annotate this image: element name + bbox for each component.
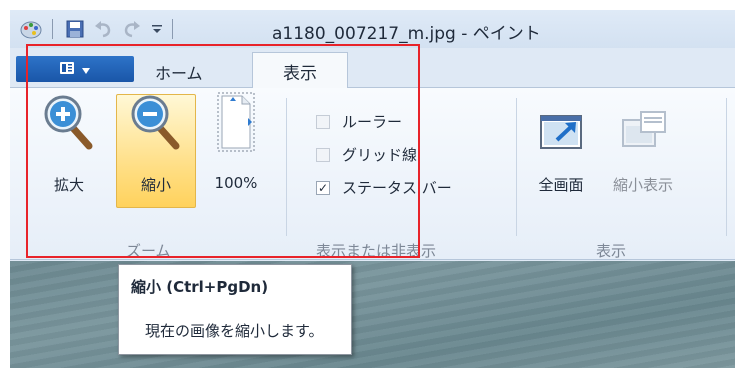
thumbnail-label: 縮小表示 <box>612 176 673 194</box>
paint-app-icon[interactable] <box>20 19 42 39</box>
paint-window: a1180_007217_m.jpg - ペイント ホーム 表示 拡大 縮小 1… <box>10 10 735 368</box>
annotation-highlight-box <box>26 44 420 258</box>
full-screen-icon <box>535 92 587 158</box>
undo-icon[interactable] <box>94 19 114 39</box>
full-screen-button[interactable]: 全画面 <box>528 92 594 195</box>
customize-dropdown-icon[interactable] <box>150 19 164 39</box>
save-icon[interactable] <box>65 19 85 39</box>
tooltip-description: 現在の画像を縮小します。 <box>145 322 324 340</box>
zoom-out-tooltip: 縮小 (Ctrl+PgDn) 現在の画像を縮小します。 <box>118 264 352 355</box>
display-group-label: 表示 <box>596 242 627 260</box>
qat-separator <box>172 19 173 39</box>
thumbnail-icon <box>617 92 669 158</box>
tooltip-title: 縮小 (Ctrl+PgDn) <box>131 278 269 296</box>
window-title: a1180_007217_m.jpg - ペイント <box>272 24 541 44</box>
redo-icon[interactable] <box>121 19 141 39</box>
full-screen-label: 全画面 <box>538 176 584 194</box>
thumbnail-button[interactable]: 縮小表示 <box>606 92 680 195</box>
qat-separator <box>52 19 53 39</box>
group-separator <box>516 98 517 236</box>
title-bar: a1180_007217_m.jpg - ペイント <box>10 10 735 48</box>
group-separator <box>726 98 727 236</box>
